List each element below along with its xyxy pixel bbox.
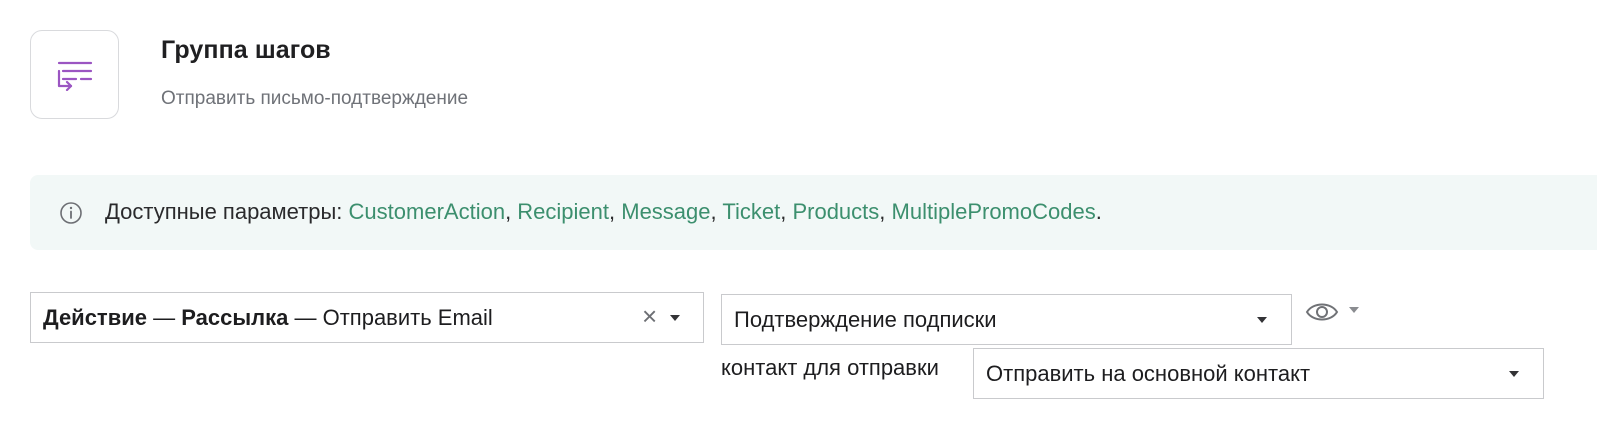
contact-label: контакт для отправки — [721, 355, 939, 380]
chevron-down-icon[interactable] — [670, 315, 680, 321]
template-select[interactable]: Подтверждение подписки — [721, 294, 1292, 345]
close-icon[interactable]: × — [642, 303, 657, 329]
action-separator: — — [153, 304, 176, 330]
action-separator: — — [294, 304, 317, 330]
eye-icon — [1305, 303, 1339, 321]
param-link-recipient[interactable]: Recipient — [517, 199, 609, 224]
param-link-message[interactable]: Message — [621, 199, 710, 224]
step-group-icon-box — [30, 30, 119, 119]
action-select[interactable]: Действие — Рассылка — Отправить Email × — [30, 292, 704, 343]
action-name: Отправить Email — [322, 304, 493, 330]
action-select-value: Действие — Рассылка — Отправить Email — [43, 305, 493, 331]
available-params-end: . — [1095, 199, 1102, 224]
chevron-down-icon[interactable] — [1257, 317, 1267, 323]
param-link-ticket[interactable]: Ticket — [722, 199, 780, 224]
available-params-text: Доступные параметры: CustomerAction, Rec… — [105, 199, 1102, 224]
contact-select-value: Отправить на основной контакт — [986, 360, 1311, 386]
param-link-multiplepromocodes[interactable]: MultiplePromoCodes — [892, 199, 1096, 224]
contact-select[interactable]: Отправить на основной контакт — [973, 348, 1544, 399]
chevron-down-icon[interactable] — [1509, 371, 1519, 377]
available-params-banner: Доступные параметры: CustomerAction, Rec… — [30, 175, 1597, 250]
step-group-title: Группа шагов — [161, 36, 331, 64]
available-params-label: Доступные параметры: — [105, 199, 343, 224]
step-group-subtitle: Отправить письмо-подтверждение — [161, 88, 469, 109]
action-type: Действие — [43, 304, 147, 330]
template-select-value: Подтверждение подписки — [734, 306, 997, 332]
param-link-products[interactable]: Products — [792, 199, 879, 224]
param-link-customeraction[interactable]: CustomerAction — [349, 199, 506, 224]
action-category: Рассылка — [181, 304, 289, 330]
chevron-down-icon[interactable] — [1349, 307, 1359, 313]
step-group-icon — [57, 61, 92, 91]
info-circle-icon — [60, 202, 82, 224]
preview-button[interactable] — [1305, 296, 1365, 330]
